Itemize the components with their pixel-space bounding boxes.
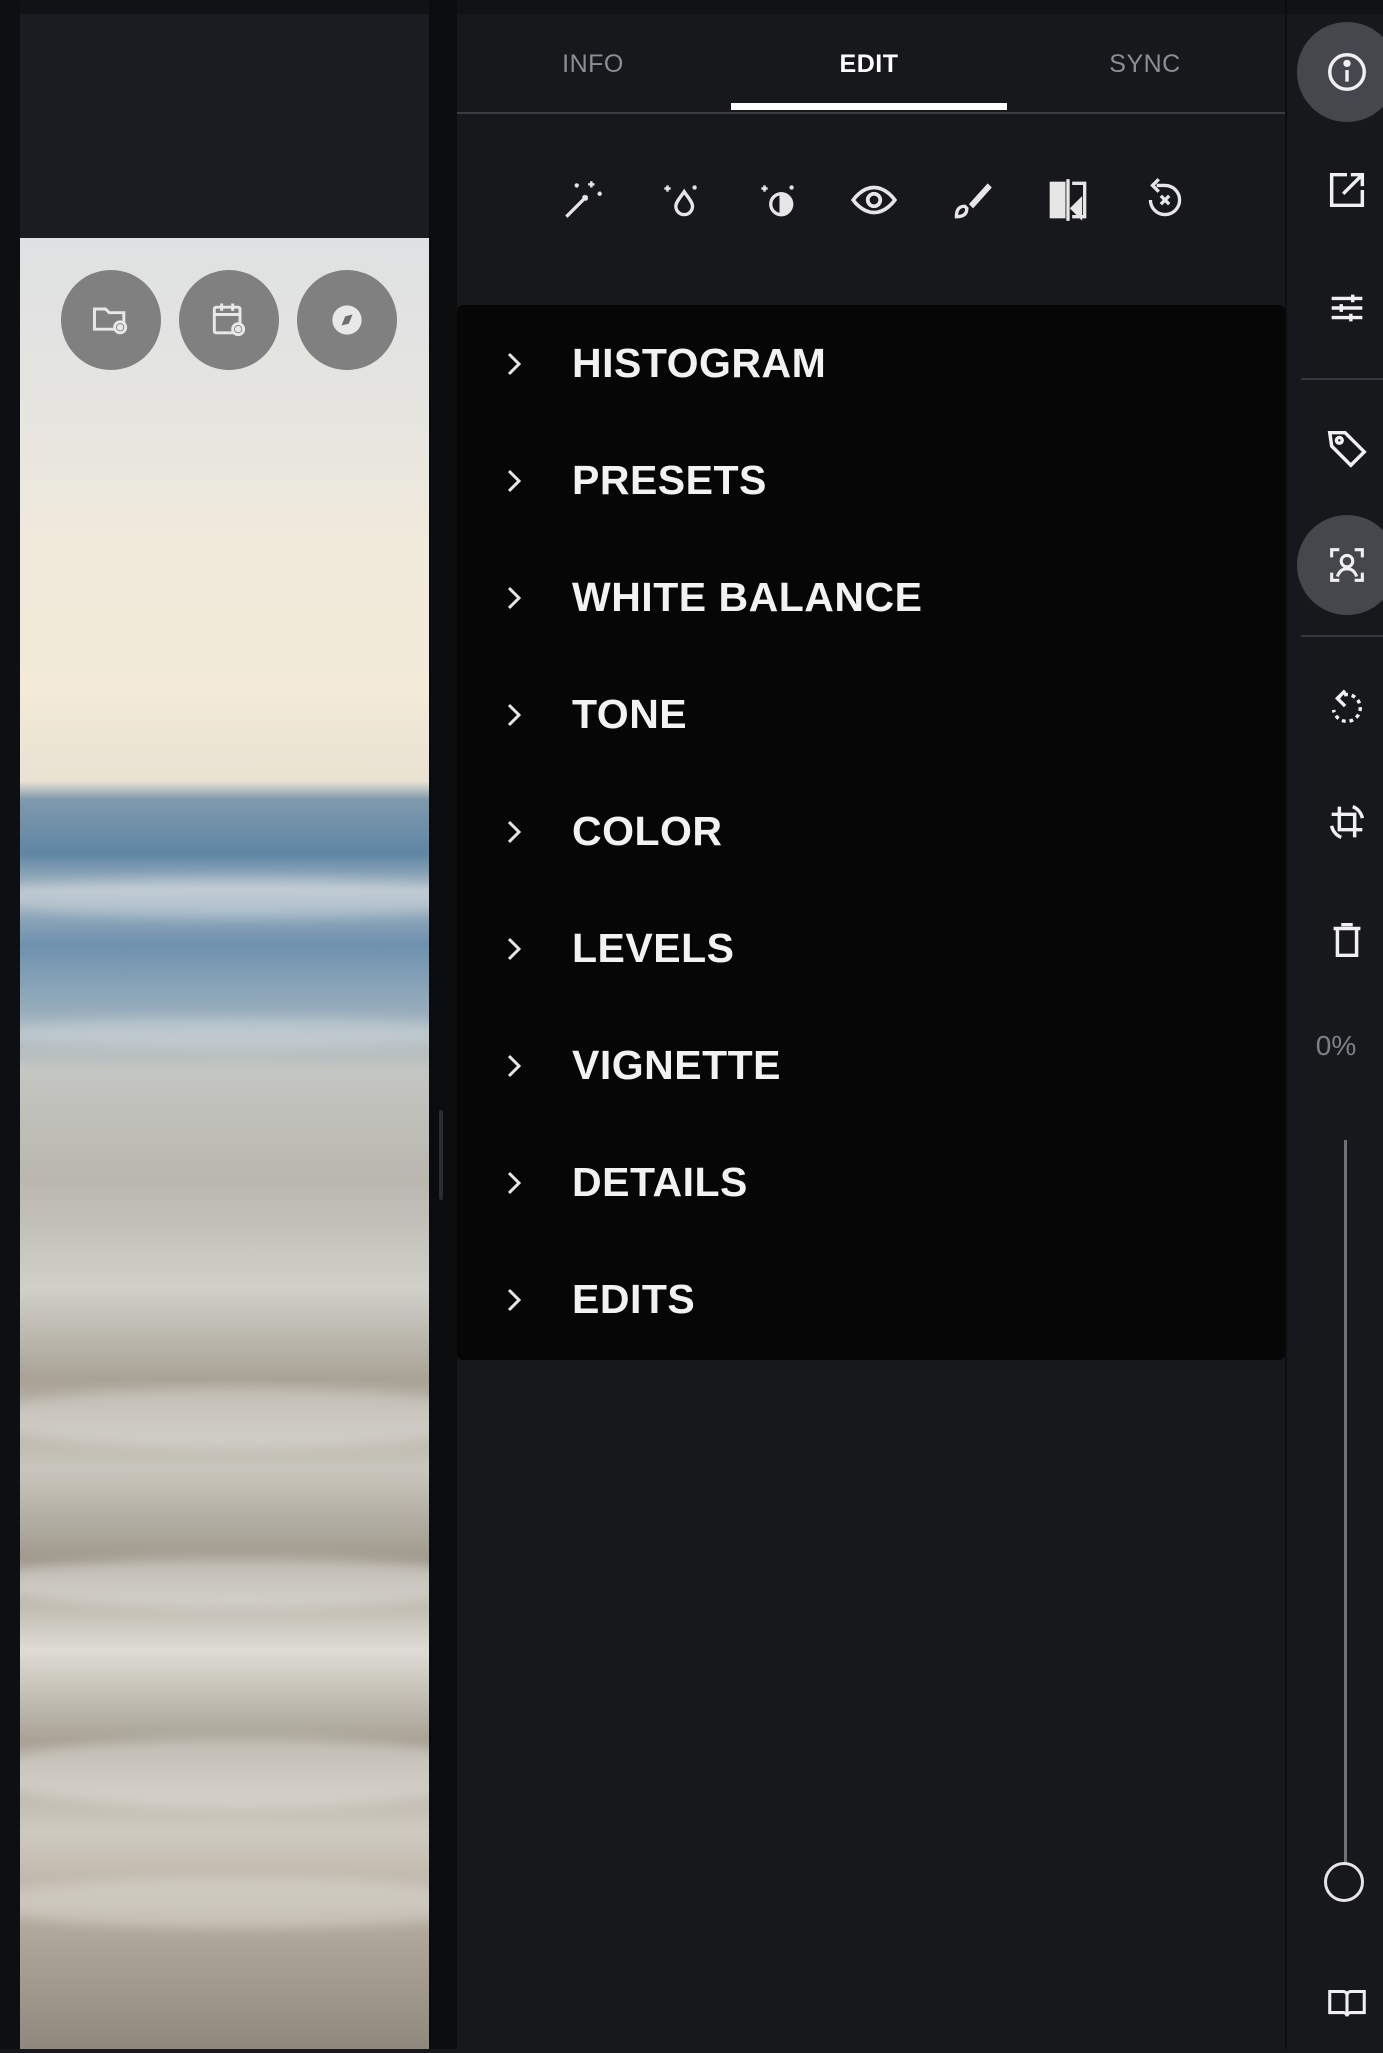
- chevron-right-icon: [507, 1054, 522, 1077]
- brush-icon: [954, 183, 992, 219]
- sparkle-drop-icon: [664, 185, 697, 217]
- section-label: EDITS: [572, 1276, 696, 1322]
- edit-panel: INFO EDIT SYNC HISTOGRAM PRESETS WHITE B…: [457, 0, 1285, 2049]
- rotate-button[interactable]: [1297, 658, 1383, 758]
- reset-icon: [1148, 177, 1182, 217]
- calendar-view-button[interactable]: [179, 270, 279, 370]
- compass-icon: [332, 305, 362, 335]
- chevron-right-icon: [507, 352, 522, 375]
- edit-sections: HISTOGRAM PRESETS WHITE BALANCE TONE COL…: [457, 305, 1285, 1360]
- section-details[interactable]: DETAILS: [457, 1124, 1285, 1241]
- magic-wand-icon: [565, 181, 602, 218]
- photo-preview[interactable]: [20, 238, 429, 2049]
- info-button[interactable]: [1297, 22, 1383, 122]
- guide-button[interactable]: [1297, 1953, 1383, 2053]
- section-levels[interactable]: LEVELS: [457, 890, 1285, 1007]
- open-external-icon: [1329, 172, 1365, 208]
- compass-button[interactable]: [297, 270, 397, 370]
- trash-icon: [1333, 922, 1361, 958]
- edit-toolbar: [457, 170, 1285, 250]
- wave-foam: [20, 1018, 429, 1048]
- crop-rotate-icon: [1329, 805, 1365, 839]
- section-label: COLOR: [572, 808, 723, 854]
- reset-edits-button[interactable]: [1135, 170, 1195, 230]
- auto-tone-button[interactable]: [747, 170, 807, 230]
- section-label: HISTOGRAM: [572, 340, 827, 386]
- section-label: VIGNETTE: [572, 1042, 782, 1088]
- chevron-right-icon: [507, 703, 522, 726]
- divider-grip[interactable]: [439, 1110, 443, 1200]
- tab-info[interactable]: INFO: [562, 50, 624, 79]
- tag-icon: [1327, 430, 1367, 468]
- folder-view-button[interactable]: [61, 270, 161, 370]
- wave-foam: [20, 1878, 429, 1928]
- folder-view-icon: [93, 307, 128, 335]
- auto-color-button[interactable]: [650, 170, 710, 230]
- sliders-icon: [1331, 294, 1363, 322]
- zoom-slider-handle[interactable]: [1324, 1862, 1364, 1902]
- section-label: TONE: [572, 691, 688, 737]
- section-color[interactable]: COLOR: [457, 773, 1285, 890]
- auto-enhance-button[interactable]: [553, 170, 613, 230]
- red-eye-button[interactable]: [844, 170, 904, 230]
- chevron-right-icon: [507, 937, 522, 960]
- chevron-right-icon: [507, 1171, 522, 1194]
- section-white-balance[interactable]: WHITE BALANCE: [457, 539, 1285, 656]
- calendar-view-icon: [212, 303, 246, 337]
- section-label: WHITE BALANCE: [572, 574, 923, 620]
- tab-bar: INFO EDIT SYNC: [457, 14, 1285, 114]
- rotate-icon: [1331, 689, 1362, 724]
- zoom-level-label: 0%: [1315, 1030, 1357, 1061]
- wave-foam: [20, 1388, 429, 1448]
- wave-foam: [20, 1738, 429, 1808]
- delete-button[interactable]: [1297, 890, 1383, 990]
- book-icon: [1328, 1989, 1366, 2017]
- wave-foam: [20, 1558, 429, 1608]
- sparkle-contrast-icon: [761, 185, 794, 217]
- right-icon-rail: 0%: [1285, 0, 1383, 2049]
- section-label: DETAILS: [572, 1159, 748, 1205]
- info-icon: [1328, 53, 1366, 91]
- tag-button[interactable]: [1297, 398, 1383, 498]
- photo-header: [20, 0, 429, 238]
- section-histogram[interactable]: HISTOGRAM: [457, 305, 1285, 422]
- brush-button[interactable]: [941, 170, 1001, 230]
- active-tab-indicator: [731, 103, 1007, 110]
- section-label: PRESETS: [572, 457, 767, 503]
- compare-icon: [1049, 179, 1087, 221]
- tab-sync[interactable]: SYNC: [1109, 50, 1180, 79]
- face-recognition-button[interactable]: [1297, 515, 1383, 615]
- chevron-right-icon: [507, 820, 522, 843]
- compare-button[interactable]: [1038, 170, 1098, 230]
- left-edge: [0, 0, 20, 2049]
- section-label: LEVELS: [572, 925, 735, 971]
- chevron-right-icon: [507, 1288, 522, 1311]
- face-icon: [1330, 548, 1364, 582]
- rail-divider: [1301, 635, 1383, 637]
- chevron-right-icon: [507, 586, 522, 609]
- adjustments-button[interactable]: [1297, 258, 1383, 358]
- section-tone[interactable]: TONE: [457, 656, 1285, 773]
- tab-edit[interactable]: EDIT: [840, 50, 899, 79]
- panel-divider[interactable]: [429, 0, 457, 2049]
- wave-foam: [20, 878, 429, 918]
- rail-divider: [1301, 378, 1383, 380]
- zoom-slider-track[interactable]: [1344, 1140, 1347, 1880]
- crop-rotate-button[interactable]: [1297, 772, 1383, 872]
- section-edits[interactable]: EDITS: [457, 1241, 1285, 1358]
- eye-icon: [850, 185, 898, 215]
- section-presets[interactable]: PRESETS: [457, 422, 1285, 539]
- chevron-right-icon: [507, 469, 522, 492]
- section-vignette[interactable]: VIGNETTE: [457, 1007, 1285, 1124]
- open-external-button[interactable]: [1297, 140, 1383, 240]
